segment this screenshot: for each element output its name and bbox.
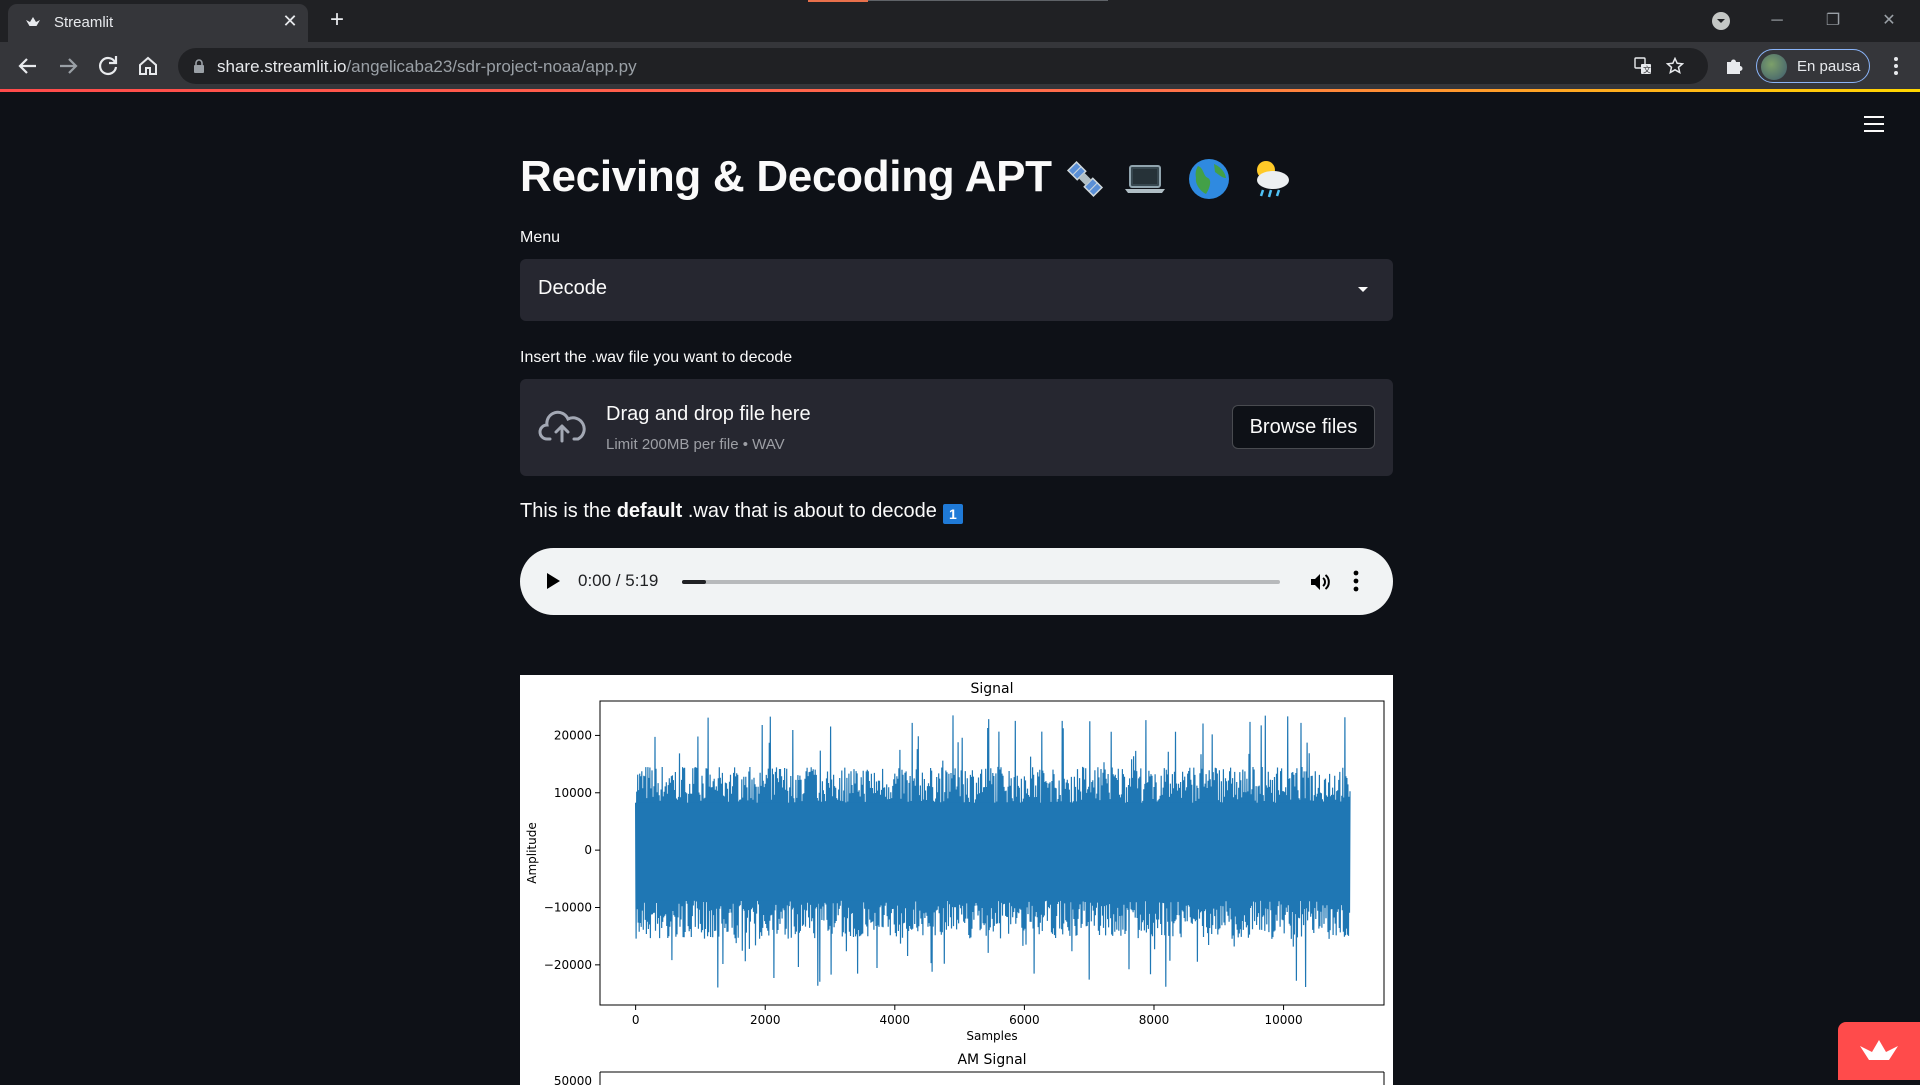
play-icon[interactable] [547,573,560,589]
cloud-upload-icon [538,410,586,443]
caption-suffix: .wav that is about to decode [682,500,937,522]
x-tick-label: 2000 [750,1013,781,1027]
x-tick-label: 4000 [880,1013,911,1027]
globe-emoji-icon [1189,159,1229,199]
keycap-one-emoji-icon: 1 [942,504,963,524]
laptop-emoji-icon [1125,165,1165,193]
dropzone-title: Drag and drop file here [606,403,811,425]
audio-progress [682,580,706,584]
bookmark-star-icon[interactable] [1666,57,1684,75]
window-minimize-button[interactable]: ─ [1754,6,1800,36]
y-tick-label: 20000 [554,728,592,742]
file-dropzone[interactable]: Drag and drop file here Limit 200MB per … [520,379,1393,476]
dropzone-limit-text: Limit 200MB per file • WAV [606,436,785,453]
y-tick-label: 0 [584,843,592,857]
chart-title: Signal [970,681,1013,697]
url-host: share.streamlit.io [217,57,347,76]
am-chart-title: AM Signal [957,1052,1026,1068]
y-tick-label: −10000 [544,900,592,914]
back-arrow-icon[interactable] [12,50,44,82]
profile-button[interactable]: En pausa [1756,49,1870,83]
menu-select-label: Menu [520,229,561,246]
streamlit-header-decoration [0,89,1920,92]
window-close-button[interactable]: ✕ [1866,6,1912,36]
menu-select-value: Decode [538,277,607,299]
audio-seek-bar[interactable] [682,580,1280,584]
default-wav-caption: This is the default .wav that is about t… [520,500,963,524]
x-tick-label: 0 [632,1013,640,1027]
file-uploader-label: Insert the .wav file you want to decode [520,349,793,366]
signal-chart: Signal 0 2000 4000 6000 8000 10000 20000 10000 0 −… [525,681,1385,1085]
page-title: Reciving & Decoding APT [520,152,1052,201]
volume-icon[interactable] [1309,572,1331,592]
signal-figure: Signal 0 2000 4000 6000 8000 10000 20000 10000 0 −… [520,675,1393,1085]
translate-icon[interactable]: 文 [1634,57,1652,75]
reload-icon[interactable] [92,50,124,82]
streamlit-badge[interactable] [1838,1022,1920,1080]
audio-player: 0:00 / 5:19 [520,548,1393,615]
satellite-emoji-icon [1066,160,1104,198]
y-tick-label: −20000 [544,958,592,972]
y-axis-label: Amplitude [525,822,539,884]
browser-menu-icon[interactable] [1886,54,1906,78]
y-tick-label: 10000 [554,786,592,800]
caption-prefix: This is the [520,500,617,522]
x-tick-label: 8000 [1139,1013,1170,1027]
url-text: share.streamlit.io/angelicaba23/sdr-proj… [217,57,637,77]
more-options-icon[interactable] [1353,570,1359,592]
address-bar[interactable]: share.streamlit.io/angelicaba23/sdr-proj… [178,48,1708,84]
window-restore-button[interactable]: ❐ [1810,6,1856,36]
tab-search-icon[interactable] [1712,12,1730,30]
extensions-puzzle-icon[interactable] [1718,50,1750,82]
caption-bold: default [616,500,683,522]
svg-text:文: 文 [1643,65,1651,75]
app-menu-hamburger-icon[interactable] [1864,116,1884,134]
new-tab-button[interactable]: + [324,8,350,34]
browser-tab-bar: Streamlit ✕ + ─ ❐ ✕ [0,0,1920,42]
x-tick-label: 6000 [1009,1013,1040,1027]
streamlit-favicon-icon [26,17,40,26]
tab-strip-line [868,0,1108,1]
avatar [1761,54,1787,80]
forward-arrow-icon[interactable] [52,50,84,82]
profile-status-label: En pausa [1797,58,1861,75]
tab-strip-indicator [808,0,868,2]
streamlit-crown-icon [1860,1040,1898,1060]
lock-icon [194,59,204,73]
menu-select[interactable]: Decode [520,259,1393,321]
chevron-down-icon [1358,287,1368,292]
browse-files-button[interactable]: Browse files [1232,405,1375,449]
browser-toolbar: share.streamlit.io/angelicaba23/sdr-proj… [0,42,1920,90]
url-path: /angelicaba23/sdr-project-noaa/app.py [346,57,637,76]
x-axis-label: Samples [966,1029,1017,1043]
signal-series-fill [635,802,1350,901]
audio-time: 0:00 / 5:19 [578,571,659,590]
x-tick-label: 10000 [1264,1013,1302,1027]
tab-title: Streamlit [54,14,114,31]
sun-rain-cloud-emoji-icon [1257,161,1289,198]
close-tab-icon[interactable]: ✕ [280,11,300,31]
home-icon[interactable] [132,50,164,82]
browser-tab[interactable]: Streamlit ✕ [8,4,308,42]
